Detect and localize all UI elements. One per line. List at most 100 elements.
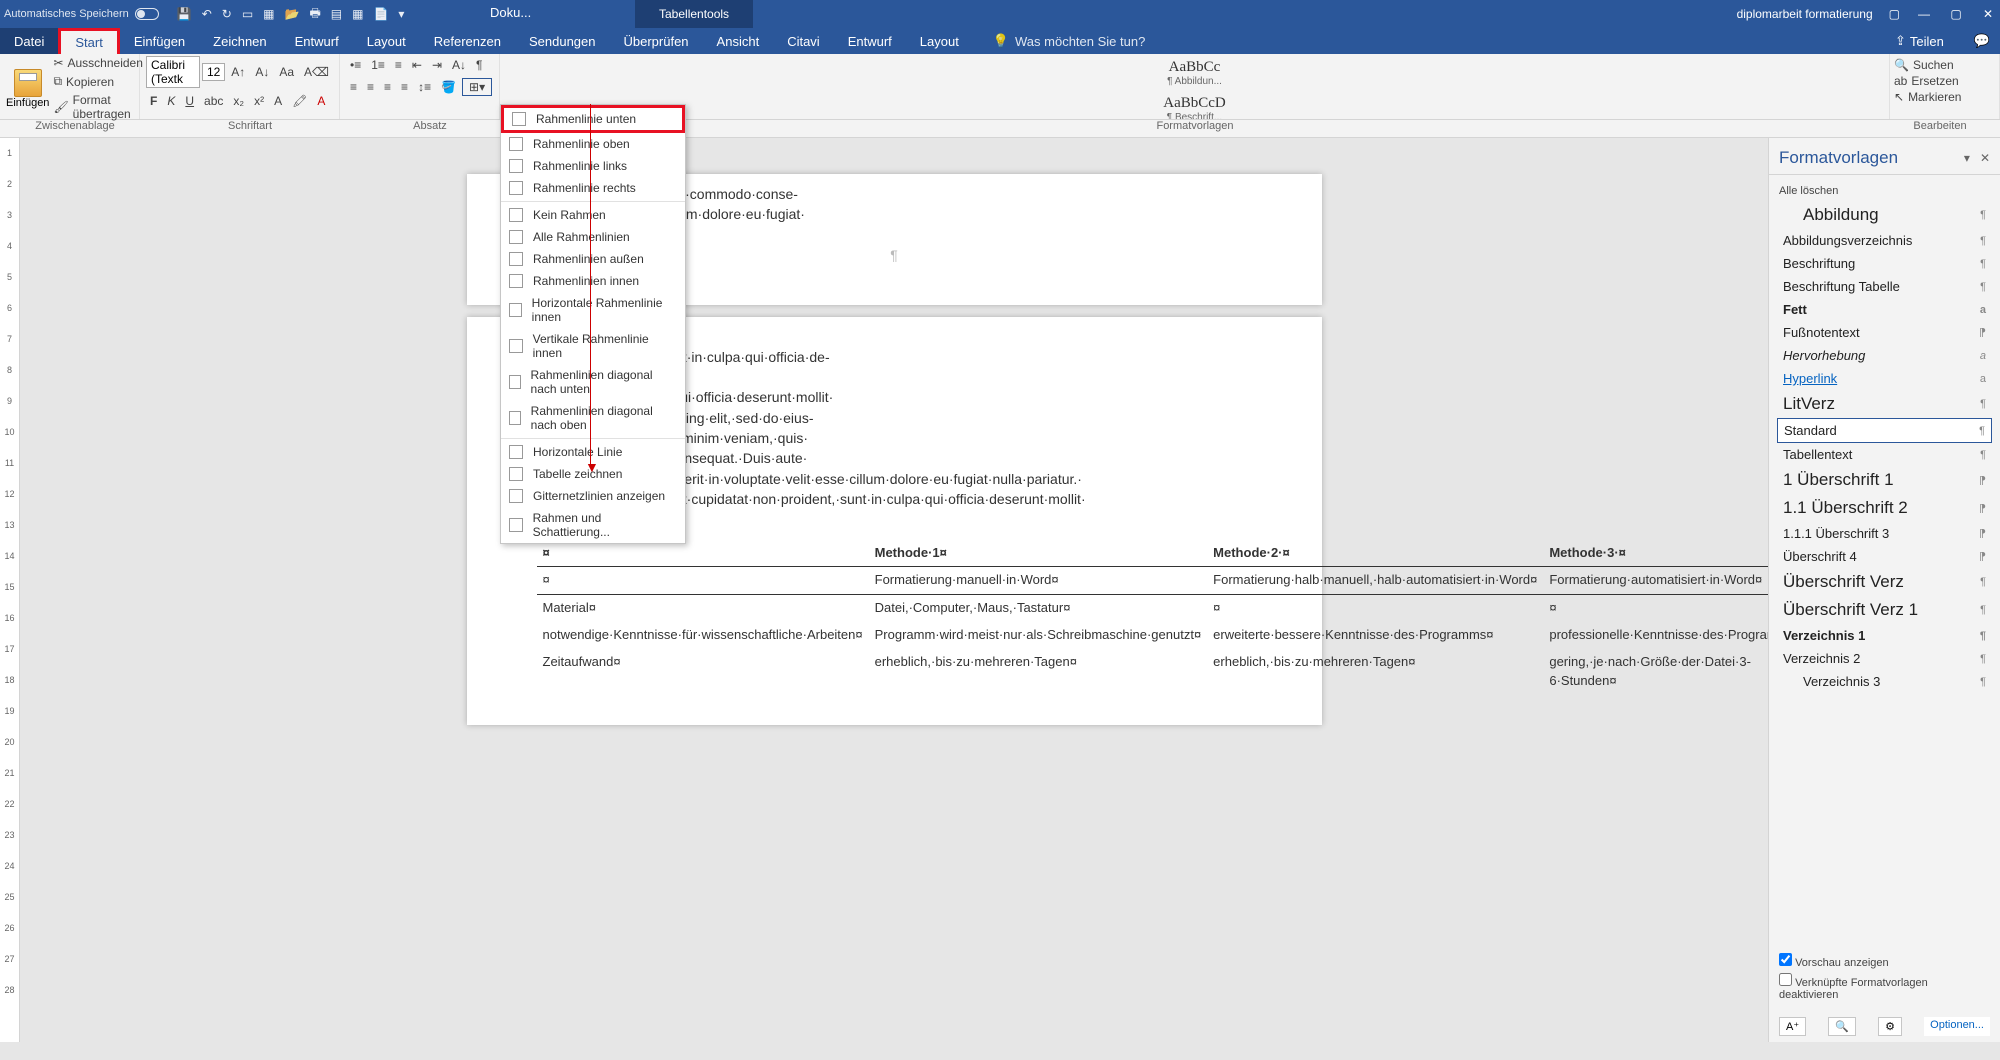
italic-icon[interactable]: K — [163, 92, 179, 110]
align-center-icon[interactable]: ≡ — [363, 78, 378, 96]
highlight-icon[interactable]: 🖍 — [288, 92, 311, 110]
border-menu-item-5[interactable]: Alle Rahmenlinien — [501, 226, 685, 248]
style-item-hervorhebung[interactable]: Hervorhebunga — [1777, 344, 1992, 367]
style-item-funotentext[interactable]: Fußnotentext⁋ — [1777, 321, 1992, 344]
justify-icon[interactable]: ≡ — [397, 78, 412, 96]
bullets-icon[interactable]: •≡ — [346, 56, 365, 74]
border-menu-item-9[interactable]: Vertikale Rahmenlinie innen — [501, 328, 685, 364]
new-icon[interactable]: 📄 — [373, 7, 388, 21]
tell-me-search[interactable]: 💡 Was möchten Sie tun? — [993, 33, 1146, 49]
style-item-abbildungsverzeichnis[interactable]: Abbildungsverzeichnis¶ — [1777, 229, 1992, 252]
tab-start[interactable]: Start — [58, 28, 119, 54]
table-icon[interactable]: ▦ — [263, 7, 274, 21]
tab-sendungen[interactable]: Sendungen — [515, 28, 610, 54]
tab-ansicht[interactable]: Ansicht — [703, 28, 774, 54]
display-icon[interactable]: ▢ — [1889, 7, 1900, 21]
touch-icon[interactable]: ▭ — [242, 7, 253, 21]
dec-indent-icon[interactable]: ⇤ — [408, 56, 426, 74]
style-item-berschriftverz[interactable]: Überschrift Verz¶ — [1777, 568, 1992, 596]
sort-icon[interactable]: A↓ — [448, 56, 470, 74]
tab-citavi[interactable]: Citavi — [773, 28, 834, 54]
tab-zeichnen[interactable]: Zeichnen — [199, 28, 280, 54]
table2-icon[interactable]: ▤ — [331, 7, 342, 21]
tab-datei[interactable]: Datei — [0, 28, 58, 54]
style-item-standard[interactable]: Standard¶ — [1777, 418, 1992, 443]
style-item-1berschrift1[interactable]: 1 Überschrift 1⁋ — [1777, 466, 1992, 494]
table-row[interactable]: notwendige·Kenntnisse·für·wissenschaftli… — [537, 622, 1769, 649]
underline-icon[interactable]: U — [181, 92, 198, 110]
style-inspector-button[interactable]: 🔍 — [1828, 1017, 1856, 1036]
tab-layout2[interactable]: Layout — [906, 28, 973, 54]
multilevel-icon[interactable]: ≡ — [391, 56, 406, 74]
numbering-icon[interactable]: 1≡ — [367, 56, 389, 74]
print-icon[interactable]: 🖶 — [309, 4, 320, 25]
style-item-berschrift4[interactable]: Überschrift 4⁋ — [1777, 545, 1992, 568]
font-color-icon[interactable]: A — [313, 92, 329, 110]
document-canvas[interactable]: veniam, ... aliquip·ex·ea·commodo·conse-… — [20, 138, 1768, 1042]
table-row[interactable]: Zeitaufwand¤erheblich,·bis·zu·mehreren·T… — [537, 649, 1769, 695]
style-item-verzeichnis1[interactable]: Verzeichnis 1¶ — [1777, 624, 1992, 647]
paste-button[interactable]: Einfügen — [6, 56, 49, 121]
copy-button[interactable]: ⧉Kopieren — [53, 74, 142, 89]
clear-all-link[interactable]: Alle löschen — [1777, 181, 1992, 201]
redo-icon[interactable]: ↻ — [222, 7, 232, 21]
table-row[interactable]: ¤Formatierung·manuell·in·Word¤Formatieru… — [537, 567, 1769, 595]
clear-format-icon[interactable]: A⌫ — [300, 63, 333, 81]
border-menu-item-1[interactable]: Rahmenlinie oben — [501, 133, 685, 155]
superscript-icon[interactable]: x² — [250, 92, 268, 110]
style-item-111berschrift3[interactable]: 1.1.1 Überschrift 3⁋ — [1777, 522, 1992, 545]
grow-font-icon[interactable]: A↑ — [227, 63, 249, 81]
methods-table[interactable]: ¤Methode·1¤Methode·2·¤Methode·3·¤Methode… — [537, 540, 1769, 695]
tab-ueberpruefen[interactable]: Überprüfen — [610, 28, 703, 54]
share-button[interactable]: ⇪Teilen — [1895, 33, 1944, 49]
strike-icon[interactable]: abc — [200, 92, 227, 110]
show-marks-icon[interactable]: ¶ — [472, 56, 486, 74]
find-button[interactable]: 🔍Suchen — [1894, 58, 1995, 72]
cut-button[interactable]: ✂Ausschneiden — [53, 56, 142, 70]
bold-icon[interactable]: F — [146, 92, 161, 110]
style-abbildun[interactable]: AaBbCc¶ Abbildun... — [502, 56, 1887, 90]
pane-close-icon[interactable]: ✕ — [1980, 151, 1990, 165]
border-menu-item-7[interactable]: Rahmenlinien innen — [501, 270, 685, 292]
style-item-tabellentext[interactable]: Tabellentext¶ — [1777, 443, 1992, 466]
border-menu-item-2[interactable]: Rahmenlinie links — [501, 155, 685, 177]
border-menu-item-4[interactable]: Kein Rahmen — [501, 204, 685, 226]
align-left-icon[interactable]: ≡ — [346, 78, 361, 96]
border-menu-item-8[interactable]: Horizontale Rahmenlinie innen — [501, 292, 685, 328]
style-beschrift[interactable]: AaBbCcD¶ Beschrift... — [502, 92, 1887, 119]
border-menu-item-10[interactable]: Rahmenlinien diagonal nach unten — [501, 364, 685, 400]
manage-styles-button[interactable]: ⚙ — [1878, 1017, 1902, 1036]
align-right-icon[interactable]: ≡ — [380, 78, 395, 96]
change-case-icon[interactable]: Aa — [275, 63, 298, 81]
font-size-combo[interactable]: 12 — [202, 63, 225, 81]
style-item-litverz[interactable]: LitVerz¶ — [1777, 390, 1992, 418]
border-menu-item-15[interactable]: Rahmen und Schattierung... — [501, 507, 685, 543]
close-icon[interactable]: ✕ — [1980, 7, 1996, 21]
style-item-verzeichnis3[interactable]: Verzeichnis 3¶ — [1777, 670, 1992, 693]
pane-dropdown-icon[interactable]: ▾ — [1964, 151, 1970, 165]
text-effects-icon[interactable]: A — [270, 92, 286, 110]
inc-indent-icon[interactable]: ⇥ — [428, 56, 446, 74]
preview-checkbox[interactable]: Vorschau anzeigen — [1779, 953, 1990, 969]
open-icon[interactable]: 📂 — [285, 7, 300, 21]
style-item-fett[interactable]: Fetta — [1777, 298, 1992, 321]
style-item-abbildung[interactable]: Abbildung¶ — [1777, 201, 1992, 229]
select-button[interactable]: ↖Markieren — [1894, 90, 1995, 104]
minimize-icon[interactable]: — — [1916, 7, 1932, 21]
tab-referenzen[interactable]: Referenzen — [420, 28, 515, 54]
line-spacing-icon[interactable]: ↕≡ — [414, 78, 435, 96]
save-icon[interactable]: 💾 — [177, 7, 192, 21]
subscript-icon[interactable]: x₂ — [229, 92, 248, 110]
style-item-11berschrift2[interactable]: 1.1 Überschrift 2⁋ — [1777, 494, 1992, 522]
borders-dropdown[interactable]: ⊞▾ — [462, 78, 492, 96]
border-menu-item-6[interactable]: Rahmenlinien außen — [501, 248, 685, 270]
new-style-button[interactable]: A⁺ — [1779, 1017, 1806, 1036]
font-name-combo[interactable]: Calibri (Textk — [146, 56, 200, 88]
grid-icon[interactable]: ▦ — [352, 7, 363, 21]
format-painter-button[interactable]: 🖌Format übertragen — [53, 93, 142, 121]
styles-gallery[interactable]: AaBbCc¶ Abbildun...AaBbCcD¶ Beschrift...… — [500, 54, 1890, 119]
comments-icon[interactable]: 💬 — [1974, 33, 1990, 49]
style-item-hyperlink[interactable]: Hyperlinka — [1777, 367, 1992, 390]
style-item-beschriftung[interactable]: Beschriftung¶ — [1777, 252, 1992, 275]
options-link[interactable]: Optionen... — [1924, 1017, 1990, 1036]
